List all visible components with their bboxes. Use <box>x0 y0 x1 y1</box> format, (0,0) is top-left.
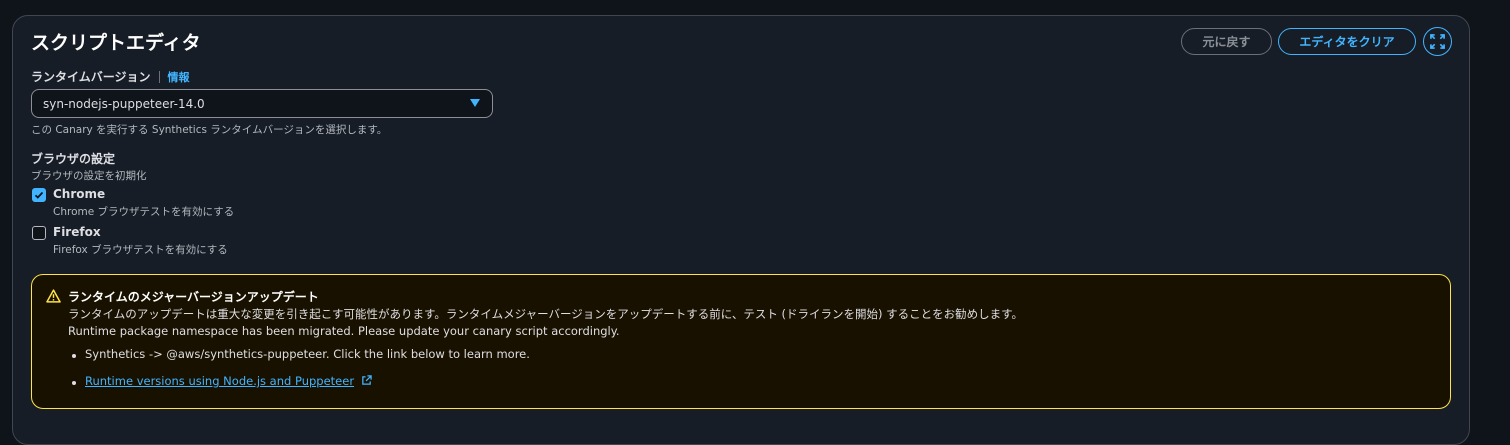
alert-bullet-1: Synthetics -> @aws/synthetics-puppeteer.… <box>85 347 530 361</box>
undo-button[interactable]: 元に戻す <box>1181 28 1272 55</box>
firefox-label[interactable]: Firefox <box>53 225 101 239</box>
browser-settings-subtitle: ブラウザの設定を初期化 <box>31 170 147 182</box>
bullet-marker <box>72 381 76 385</box>
runtime-upgrade-warning: ランタイムのメジャーバージョンアップデート ランタイムのアップデートは重大な変更… <box>31 274 1451 409</box>
firefox-checkbox[interactable] <box>32 226 46 240</box>
chrome-description: Chrome ブラウザテストを有効にする <box>53 206 235 218</box>
info-link[interactable]: 情報 <box>168 69 190 85</box>
runtime-label-row: ランタイムバージョン 情報 <box>31 68 190 85</box>
bullet-marker <box>72 354 76 358</box>
firefox-description: Firefox ブラウザテストを有効にする <box>53 244 228 256</box>
external-link-icon[interactable] <box>361 375 372 386</box>
chrome-label[interactable]: Chrome <box>53 187 105 201</box>
alert-title: ランタイムのメジャーバージョンアップデート <box>68 290 319 304</box>
chrome-checkbox[interactable] <box>32 188 46 202</box>
runtime-version-label: ランタイムバージョン <box>31 70 151 84</box>
alert-text-line1: ランタイムのアップデートは重大な変更を引き起こす可能性があります。ランタイムメジ… <box>68 307 1024 321</box>
alert-text-line2: Runtime package namespace has been migra… <box>68 324 620 338</box>
fullscreen-button[interactable] <box>1423 27 1452 56</box>
runtime-versions-link-item: Runtime versions using Node.js and Puppe… <box>85 374 372 388</box>
check-icon <box>34 191 44 199</box>
script-editor-panel: スクリプトエディタ 元に戻す エディタをクリア ランタイムバージョン 情報 sy… <box>12 15 1470 445</box>
label-separator <box>158 70 160 83</box>
runtime-versions-link[interactable]: Runtime versions using Node.js and Puppe… <box>85 374 354 388</box>
expand-icon <box>1430 34 1445 49</box>
warning-icon <box>46 289 61 303</box>
page-title: スクリプトエディタ <box>31 32 201 54</box>
browser-settings-title: ブラウザの設定 <box>31 152 116 166</box>
caret-down-icon <box>470 99 480 107</box>
runtime-version-select[interactable]: syn-nodejs-puppeteer-14.0 <box>31 89 493 118</box>
clear-editor-button[interactable]: エディタをクリア <box>1278 28 1416 55</box>
runtime-version-value: syn-nodejs-puppeteer-14.0 <box>43 96 205 111</box>
runtime-description: この Canary を実行する Synthetics ランタイムバージョンを選択… <box>31 124 388 136</box>
